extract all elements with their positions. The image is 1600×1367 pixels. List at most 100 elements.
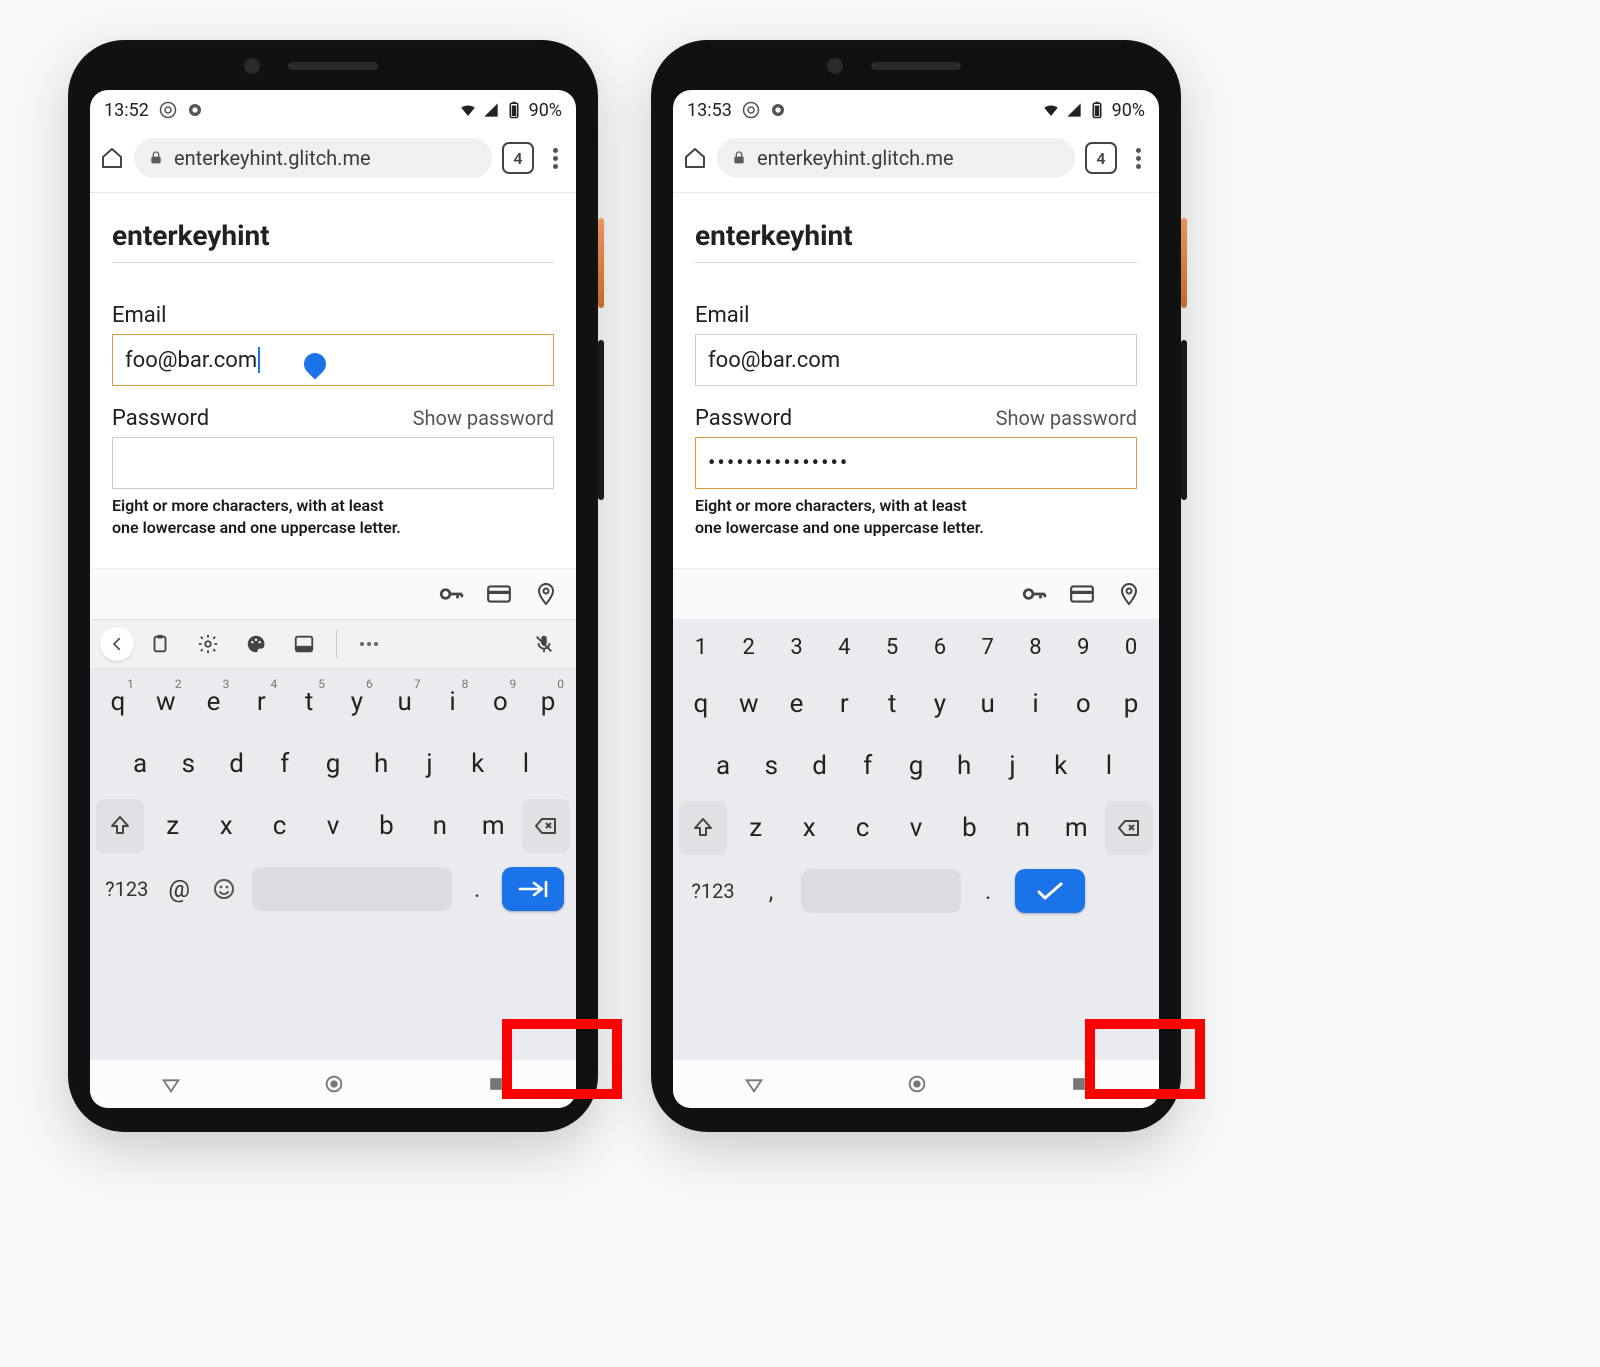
key-y[interactable]: y: [918, 677, 962, 731]
key-symbols[interactable]: ?123: [685, 869, 741, 913]
card-icon[interactable]: [486, 581, 512, 607]
kb-gear-icon[interactable]: [186, 625, 230, 663]
key-r[interactable]: r: [822, 677, 866, 731]
key-e[interactable]: e3: [192, 675, 236, 729]
key-symbols[interactable]: ?123: [102, 867, 151, 911]
menu-kebab-icon[interactable]: [544, 148, 566, 169]
key-3[interactable]: 3: [775, 625, 819, 669]
key-f[interactable]: f: [846, 739, 890, 793]
key-z[interactable]: z: [731, 801, 780, 855]
key-l[interactable]: l: [504, 737, 548, 791]
key-b[interactable]: b: [945, 801, 994, 855]
menu-kebab-icon[interactable]: [1127, 148, 1149, 169]
key-r[interactable]: r4: [239, 675, 283, 729]
key-period[interactable]: .: [971, 869, 1005, 913]
key-shift[interactable]: [679, 801, 727, 855]
nav-home-icon[interactable]: [906, 1073, 928, 1095]
key-0[interactable]: 0: [1109, 625, 1153, 669]
home-icon[interactable]: [100, 146, 124, 170]
key-w[interactable]: w2: [144, 675, 188, 729]
kb-collapse-icon[interactable]: [100, 627, 134, 661]
key-p[interactable]: p: [1109, 677, 1153, 731]
key-h[interactable]: h: [942, 739, 986, 793]
home-icon[interactable]: [683, 146, 707, 170]
key-space[interactable]: [801, 869, 961, 913]
key-s[interactable]: s: [749, 739, 793, 793]
key-c[interactable]: c: [255, 799, 304, 853]
url-bar[interactable]: enterkeyhint.glitch.me: [717, 138, 1075, 178]
key-at[interactable]: @: [161, 867, 196, 911]
key-u[interactable]: u7: [383, 675, 427, 729]
key-o[interactable]: o9: [478, 675, 522, 729]
key-m[interactable]: m: [1052, 801, 1101, 855]
url-bar[interactable]: enterkeyhint.glitch.me: [134, 138, 492, 178]
key-w[interactable]: w: [727, 677, 771, 731]
kb-clipboard-icon[interactable]: [138, 625, 182, 663]
key-f[interactable]: f: [263, 737, 307, 791]
key-i[interactable]: i8: [431, 675, 475, 729]
key-backspace[interactable]: [1105, 801, 1153, 855]
password-input[interactable]: [112, 437, 554, 489]
kb-palette-icon[interactable]: [234, 625, 278, 663]
key-g[interactable]: g: [894, 739, 938, 793]
key-m[interactable]: m: [469, 799, 518, 853]
key-v[interactable]: v: [308, 799, 357, 853]
key-icon[interactable]: [1021, 581, 1047, 607]
key-x[interactable]: x: [784, 801, 833, 855]
show-password-toggle[interactable]: Show password: [413, 406, 554, 430]
key-k[interactable]: k: [1039, 739, 1083, 793]
key-7[interactable]: 7: [966, 625, 1010, 669]
key-u[interactable]: u: [966, 677, 1010, 731]
key-n[interactable]: n: [998, 801, 1047, 855]
key-g[interactable]: g: [311, 737, 355, 791]
key-y[interactable]: y6: [335, 675, 379, 729]
key-i[interactable]: i: [1014, 677, 1058, 731]
show-password-toggle[interactable]: Show password: [996, 406, 1137, 430]
key-a[interactable]: a: [701, 739, 745, 793]
password-input[interactable]: •••••••••••••••: [695, 437, 1137, 489]
key-t[interactable]: t: [870, 677, 914, 731]
key-8[interactable]: 8: [1014, 625, 1058, 669]
kb-mic-off-icon[interactable]: [522, 625, 566, 663]
key-v[interactable]: v: [891, 801, 940, 855]
key-l[interactable]: l: [1087, 739, 1131, 793]
key-5[interactable]: 5: [870, 625, 914, 669]
card-icon[interactable]: [1069, 581, 1095, 607]
email-input[interactable]: foo@bar.com: [112, 334, 554, 386]
key-4[interactable]: 4: [822, 625, 866, 669]
key-space[interactable]: [252, 867, 452, 911]
key-9[interactable]: 9: [1061, 625, 1105, 669]
key-c[interactable]: c: [838, 801, 887, 855]
kb-dock-icon[interactable]: [282, 625, 326, 663]
key-1[interactable]: 1: [679, 625, 723, 669]
key-d[interactable]: d: [797, 739, 841, 793]
key-2[interactable]: 2: [727, 625, 771, 669]
key-backspace[interactable]: [522, 799, 570, 853]
key-j[interactable]: j: [407, 737, 451, 791]
tab-count-button[interactable]: 4: [1085, 142, 1117, 174]
email-input[interactable]: foo@bar.com: [695, 334, 1137, 386]
key-enter[interactable]: [502, 867, 564, 911]
key-q[interactable]: q: [679, 677, 723, 731]
key-s[interactable]: s: [166, 737, 210, 791]
key-j[interactable]: j: [990, 739, 1034, 793]
key-at[interactable]: ,: [751, 869, 791, 913]
key-t[interactable]: t5: [287, 675, 331, 729]
key-n[interactable]: n: [415, 799, 464, 853]
nav-back-icon[interactable]: [743, 1073, 765, 1095]
key-z[interactable]: z: [148, 799, 197, 853]
key-emoji[interactable]: [207, 867, 242, 911]
key-o[interactable]: o: [1061, 677, 1105, 731]
tab-count-button[interactable]: 4: [502, 142, 534, 174]
key-e[interactable]: e: [775, 677, 819, 731]
key-b[interactable]: b: [362, 799, 411, 853]
nav-back-icon[interactable]: [160, 1073, 182, 1095]
key-a[interactable]: a: [118, 737, 162, 791]
key-6[interactable]: 6: [918, 625, 962, 669]
pin-icon[interactable]: [1117, 582, 1141, 606]
key-icon[interactable]: [438, 581, 464, 607]
key-x[interactable]: x: [201, 799, 250, 853]
key-shift[interactable]: [96, 799, 144, 853]
key-p[interactable]: p0: [526, 675, 570, 729]
key-q[interactable]: q1: [96, 675, 140, 729]
